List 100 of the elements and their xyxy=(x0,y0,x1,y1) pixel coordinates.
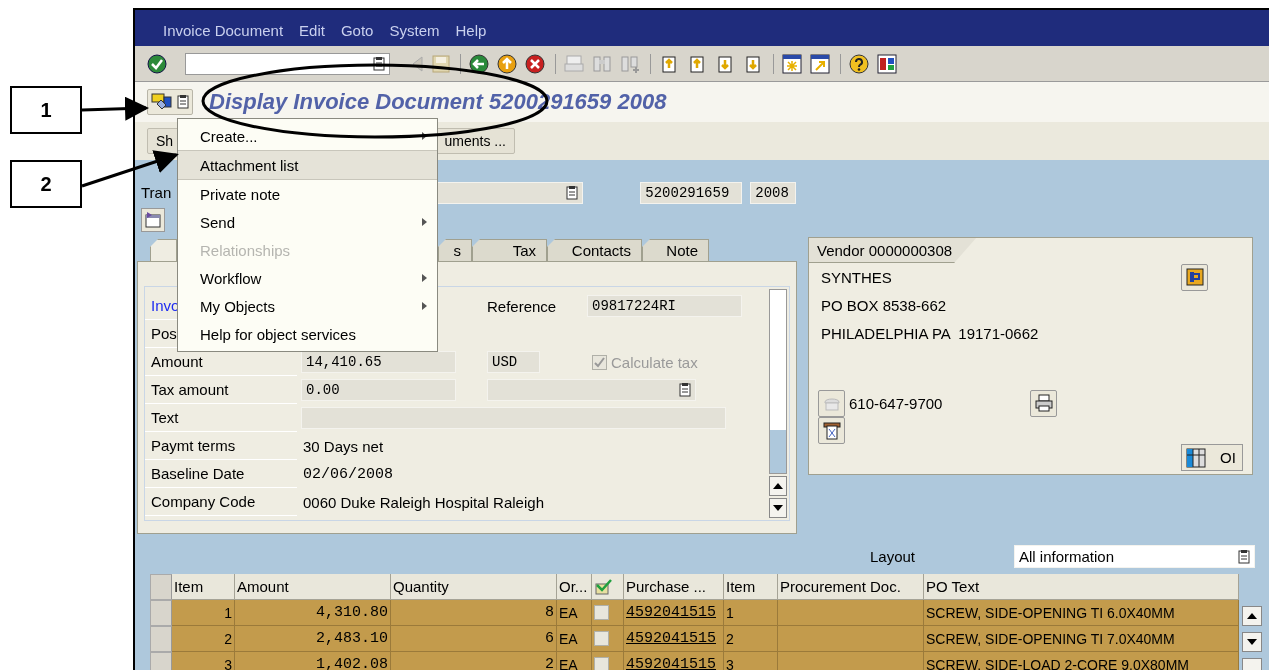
dropdown-icon[interactable] xyxy=(373,56,385,71)
dropdown-icon[interactable] xyxy=(679,383,691,397)
tab[interactable]: s xyxy=(438,239,472,261)
column-header[interactable]: Quantity xyxy=(391,574,557,600)
printer-icon xyxy=(1034,394,1053,412)
table-cell: EA xyxy=(557,652,592,670)
layout-button[interactable] xyxy=(141,208,165,232)
table-cell: 6 xyxy=(391,626,557,652)
table-cell: 2 xyxy=(724,626,778,652)
arrow-left-icon[interactable] xyxy=(410,53,424,74)
field-value: 0060 Duke Raleigh Hospital Raleigh xyxy=(303,493,544,511)
address-line: PO BOX 8538-662 xyxy=(820,295,948,316)
column-header[interactable]: Amount xyxy=(235,574,391,600)
up-arrow-icon xyxy=(1247,613,1257,619)
previous-page-icon[interactable] xyxy=(687,53,707,74)
table-cell: 3 xyxy=(172,652,235,670)
document-number-field: 5200291659 xyxy=(640,181,743,204)
open-items-button[interactable]: OI xyxy=(1181,444,1243,471)
reference-field: 09817224RI xyxy=(587,295,742,317)
menu-item[interactable]: System xyxy=(389,21,440,39)
checkbox[interactable] xyxy=(594,631,609,646)
menu-item[interactable]: Edit xyxy=(299,21,325,39)
checkbox[interactable] xyxy=(594,657,609,670)
fiscal-year-field: 2008 xyxy=(750,181,797,204)
tab[interactable]: Tax xyxy=(472,239,547,261)
column-header[interactable]: PO Text xyxy=(924,574,1239,600)
table-cell: EA xyxy=(557,600,592,626)
field-label: Paymt terms xyxy=(151,437,236,454)
printer-button[interactable] xyxy=(818,417,845,444)
field-label: Baseline Date xyxy=(151,465,245,482)
command-field[interactable] xyxy=(185,52,390,75)
table-cell: 2,483.10 xyxy=(235,626,391,652)
table-cell: SCREW, SIDE-OPENING TI 6.0X40MM xyxy=(924,600,1239,626)
input-field: 14,410.65 xyxy=(301,351,456,373)
menu-item[interactable]: Private note xyxy=(178,180,437,208)
checkbox[interactable] xyxy=(594,605,609,620)
menu-item[interactable]: Help for object services xyxy=(178,320,437,348)
address-line: SYNTHES xyxy=(820,267,892,288)
menu-item[interactable]: Attachment list xyxy=(178,150,437,180)
purchase-order-link[interactable]: 4592041515 xyxy=(624,652,724,670)
services-button[interactable] xyxy=(147,89,193,115)
column-header[interactable]: Purchase ... xyxy=(624,574,724,600)
down-arrow-icon xyxy=(1247,639,1257,645)
cancel-icon[interactable] xyxy=(525,53,545,74)
purchase-order-link[interactable]: 4592041515 xyxy=(624,626,724,652)
menu-item[interactable]: Help xyxy=(455,21,487,39)
dropdown-icon[interactable] xyxy=(177,95,189,109)
column-header[interactable] xyxy=(592,574,624,600)
shortcut-icon[interactable] xyxy=(810,53,830,74)
dropdown-icon[interactable] xyxy=(566,185,579,200)
menu-item: Relationships xyxy=(199,240,292,261)
layout-dropdown[interactable]: All information xyxy=(1014,545,1255,568)
column-header[interactable]: Or... xyxy=(557,574,592,600)
up-arrow-icon xyxy=(773,483,783,489)
tab[interactable]: Note xyxy=(642,239,709,261)
callout-label: 1 xyxy=(10,86,82,134)
dropdown-field[interactable] xyxy=(487,379,696,401)
first-page-icon[interactable] xyxy=(659,53,679,74)
next-page-icon[interactable] xyxy=(715,53,735,74)
table-cell: 1 xyxy=(172,600,235,626)
purchase-order-link[interactable]: 4592041515 xyxy=(624,600,724,626)
address-line: PHILADELPHIA PA 19171-0662 xyxy=(820,323,1040,344)
window-icon xyxy=(145,212,161,228)
table-cell: 1,402.08 xyxy=(235,652,391,670)
printer-page-icon xyxy=(822,421,841,440)
exit-icon[interactable] xyxy=(497,53,517,74)
tab[interactable]: Contacts xyxy=(547,239,642,261)
field-label: Amount xyxy=(151,353,203,370)
scroll-up-button[interactable] xyxy=(769,476,787,496)
fax-button[interactable] xyxy=(1030,389,1057,417)
currency-field: USD xyxy=(487,351,540,373)
new-window-icon[interactable] xyxy=(782,53,802,74)
check-icon[interactable] xyxy=(147,53,167,74)
menu-item[interactable]: Send xyxy=(178,208,437,236)
help-icon[interactable] xyxy=(849,53,869,74)
layout-icon[interactable] xyxy=(877,53,897,74)
menu-item[interactable]: Goto xyxy=(340,21,374,39)
scroll-up-button[interactable] xyxy=(1242,606,1262,626)
scroll-thumb[interactable] xyxy=(770,430,786,473)
scroll-down-button[interactable] xyxy=(769,498,787,518)
menu-item[interactable]: My Objects xyxy=(178,292,437,320)
column-header[interactable]: Item xyxy=(172,574,235,600)
field-label: Company Code xyxy=(151,493,256,510)
column-header[interactable]: Procurement Doc. xyxy=(778,574,924,600)
field-label: Reference xyxy=(487,297,558,315)
down-arrow-icon xyxy=(773,505,783,511)
menu-item[interactable]: Workflow xyxy=(178,264,437,292)
scroll-track[interactable] xyxy=(769,289,787,474)
scroll-down-button[interactable] xyxy=(1242,632,1262,652)
back-icon[interactable] xyxy=(469,53,489,74)
display-button[interactable] xyxy=(1181,263,1208,291)
checkmark-icon xyxy=(594,578,612,595)
last-page-icon[interactable] xyxy=(743,53,763,74)
dropdown-icon[interactable] xyxy=(1238,549,1250,564)
menu-item[interactable]: Invoice Document xyxy=(163,21,284,39)
field-value: 02/06/2008 xyxy=(303,465,393,483)
column-header[interactable]: Item xyxy=(724,574,778,600)
field-value: 30 Days net xyxy=(303,437,384,455)
table-cell: EA xyxy=(557,626,592,652)
services-icon[interactable] xyxy=(151,92,173,112)
